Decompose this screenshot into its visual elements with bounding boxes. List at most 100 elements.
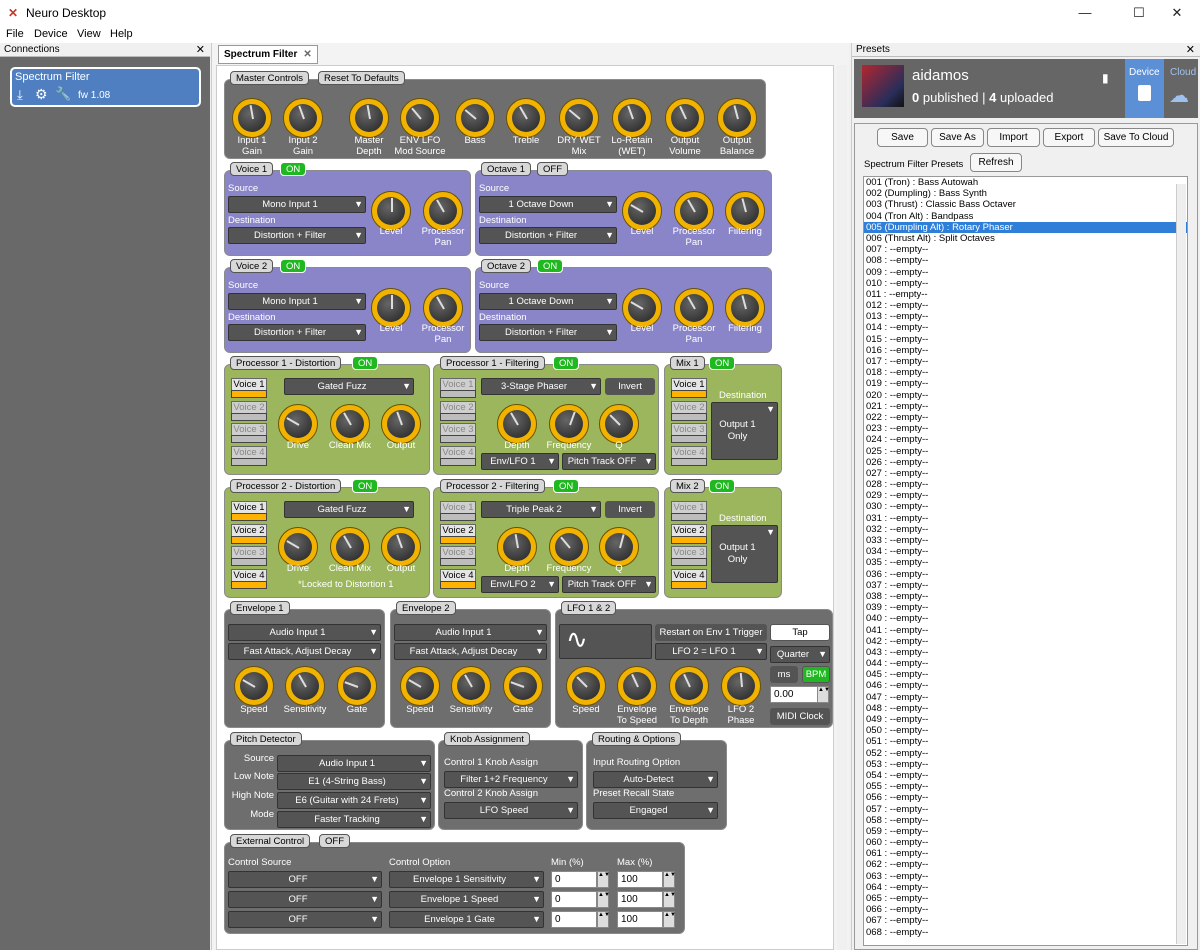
p2f-voice-3-toggle[interactable]: [440, 558, 476, 566]
p1f-invert-button[interactable]: Invert: [605, 378, 655, 395]
preset-list-item[interactable]: 050 : --empty--: [864, 725, 1187, 736]
lfo-knob-2[interactable]: [617, 666, 657, 706]
lfo-bpm-input[interactable]: 0.00: [770, 686, 818, 703]
preset-list-item[interactable]: 020 : --empty--: [864, 390, 1187, 401]
preset-list-item[interactable]: 011 : --empty--: [864, 289, 1187, 300]
preset-list-item[interactable]: 064 : --empty--: [864, 882, 1187, 893]
preset-list-item[interactable]: 003 (Thrust) : Classic Bass Octaver: [864, 199, 1187, 210]
preset-list[interactable]: 001 (Tron) : Bass Autowah 002 (Dumpling) …: [863, 176, 1188, 946]
p1f-voice-1-toggle[interactable]: [440, 390, 476, 398]
lfo-ms-button[interactable]: ms: [770, 666, 798, 683]
p1f-knob-3[interactable]: [599, 404, 639, 444]
preset-list-item[interactable]: 006 (Thrust Alt) : Split Octaves: [864, 233, 1187, 244]
preset-list-item[interactable]: 013 : --empty--: [864, 311, 1187, 322]
device-card[interactable]: Spectrum Filter ⤓ ⚙ 🔧 fw 1.08: [10, 67, 201, 107]
p2d-voice-2-toggle[interactable]: [231, 535, 267, 544]
pitch-low-select[interactable]: E1 (4-String Bass) ▼: [277, 773, 431, 790]
preset-list-item[interactable]: 021 : --empty--: [864, 401, 1187, 412]
octave1-knob-2[interactable]: [674, 191, 714, 231]
voice2-source-select[interactable]: Mono Input 1 ▼: [228, 293, 366, 310]
import-button[interactable]: Import: [987, 128, 1040, 147]
preset-list-item[interactable]: 029 : --empty--: [864, 490, 1187, 501]
preset-list-item[interactable]: 067 : --empty--: [864, 915, 1187, 926]
mix1-toggle[interactable]: ON: [709, 356, 736, 370]
master-knob-5[interactable]: [455, 98, 495, 138]
close-icon[interactable]: ✕: [1186, 43, 1195, 57]
p2f-knob-3[interactable]: [599, 527, 639, 567]
ext-max-stepper-1[interactable]: ▲▼: [663, 871, 676, 888]
p1f-voice-4-toggle[interactable]: [440, 457, 476, 466]
preset-list-item[interactable]: 048 : --empty--: [864, 703, 1187, 714]
voice1-dest-select[interactable]: Distortion + Filter ▼: [228, 227, 366, 244]
preset-list-item[interactable]: 032 : --empty--: [864, 524, 1187, 535]
close-window-button[interactable]: ✕: [1154, 0, 1200, 26]
preset-list-item[interactable]: 060 : --empty--: [864, 837, 1187, 848]
lfo-restart-button[interactable]: Restart on Env 1 Trigger: [655, 624, 767, 641]
ext-source-select-2[interactable]: OFF ▼: [228, 891, 382, 908]
preset-list-item[interactable]: 014 : --empty--: [864, 322, 1187, 333]
gear-icon[interactable]: ⚙: [35, 86, 48, 103]
preset-list-item[interactable]: 018 : --empty--: [864, 367, 1187, 378]
preset-list-item[interactable]: 066 : --empty--: [864, 904, 1187, 915]
preset-list-item[interactable]: 044 : --empty--: [864, 658, 1187, 669]
mix2-voice-2-toggle[interactable]: [671, 535, 707, 544]
mix2-toggle[interactable]: ON: [709, 479, 736, 493]
preset-list-item[interactable]: 016 : --empty--: [864, 345, 1187, 356]
p1d-voice-3-toggle[interactable]: [231, 435, 267, 443]
preset-list-item[interactable]: 039 : --empty--: [864, 602, 1187, 613]
octave1-source-select[interactable]: 1 Octave Down ▼: [479, 196, 617, 213]
preset-list-item[interactable]: 025 : --empty--: [864, 446, 1187, 457]
ext-min-input-2[interactable]: 0: [551, 891, 597, 908]
preset-list-item[interactable]: 001 (Tron) : Bass Autowah: [864, 177, 1187, 188]
lfo-midi-clock-button[interactable]: MIDI Clock: [770, 708, 830, 725]
env1-knob-3[interactable]: [337, 666, 377, 706]
preset-list-item[interactable]: 056 : --empty--: [864, 792, 1187, 803]
ext-max-input-3[interactable]: 100: [617, 911, 663, 928]
pitch-source-select[interactable]: Audio Input 1 ▼: [277, 755, 431, 772]
preset-list-item[interactable]: 034 : --empty--: [864, 546, 1187, 557]
p1f-mod-select[interactable]: Env/LFO 1 ▼: [481, 453, 559, 470]
mix1-voice-3-toggle[interactable]: [671, 435, 707, 443]
ext-max-stepper-3[interactable]: ▲▼: [663, 911, 676, 928]
preset-list-item[interactable]: 045 : --empty--: [864, 669, 1187, 680]
preset-list-item[interactable]: 004 (Tron Alt) : Bandpass: [864, 211, 1187, 222]
save-as-button[interactable]: Save As: [931, 128, 984, 147]
document-icon[interactable]: ▮: [1102, 71, 1109, 85]
preset-list-item[interactable]: 019 : --empty--: [864, 378, 1187, 389]
octave2-toggle[interactable]: ON: [537, 259, 564, 273]
voice2-toggle[interactable]: ON: [280, 259, 307, 273]
preset-list-item[interactable]: 068 : --empty--: [864, 927, 1187, 938]
octave1-knob-1[interactable]: [622, 191, 662, 231]
p2f-type-select[interactable]: Triple Peak 2 ▼: [481, 501, 601, 518]
preset-list-item[interactable]: 054 : --empty--: [864, 770, 1187, 781]
preset-list-item[interactable]: 022 : --empty--: [864, 412, 1187, 423]
lfo-bpm-button[interactable]: BPM: [802, 666, 830, 683]
p2d-knob-2[interactable]: [330, 527, 370, 567]
mix2-voice-1-toggle[interactable]: [671, 513, 707, 521]
ext-max-input-1[interactable]: 100: [617, 871, 663, 888]
mix2-voice-4-toggle[interactable]: [671, 580, 707, 589]
octave2-knob-3[interactable]: [725, 288, 765, 328]
minimize-button[interactable]: —: [1062, 0, 1108, 26]
env1-source-select[interactable]: Audio Input 1 ▼: [228, 624, 381, 641]
wrench-icon[interactable]: 🔧: [55, 86, 71, 102]
preset-list-item[interactable]: 038 : --empty--: [864, 591, 1187, 602]
p1d-type-select[interactable]: Gated Fuzz ▼: [284, 378, 414, 395]
p2f-knob-2[interactable]: [549, 527, 589, 567]
p1d-knob-2[interactable]: [330, 404, 370, 444]
env2-knob-3[interactable]: [503, 666, 543, 706]
editor-scrollbar[interactable]: [837, 65, 847, 950]
octave1-dest-select[interactable]: Distortion + Filter ▼: [479, 227, 617, 244]
p1f-knob-2[interactable]: [549, 404, 589, 444]
tab-close-icon[interactable]: ✕: [303, 49, 311, 60]
mix2-voice-3-toggle[interactable]: [671, 558, 707, 566]
preset-list-item[interactable]: 040 : --empty--: [864, 613, 1187, 624]
octave2-knob-1[interactable]: [622, 288, 662, 328]
voice1-toggle[interactable]: ON: [280, 162, 307, 176]
env2-source-select[interactable]: Audio Input 1 ▼: [394, 624, 547, 641]
p2f-track-select[interactable]: Pitch Track OFF ▼: [562, 576, 656, 593]
mix1-voice-1-toggle[interactable]: [671, 390, 707, 398]
preset-list-item[interactable]: 047 : --empty--: [864, 692, 1187, 703]
master-knob-2[interactable]: [283, 98, 323, 138]
p1d-voice-1-toggle[interactable]: [231, 390, 267, 398]
